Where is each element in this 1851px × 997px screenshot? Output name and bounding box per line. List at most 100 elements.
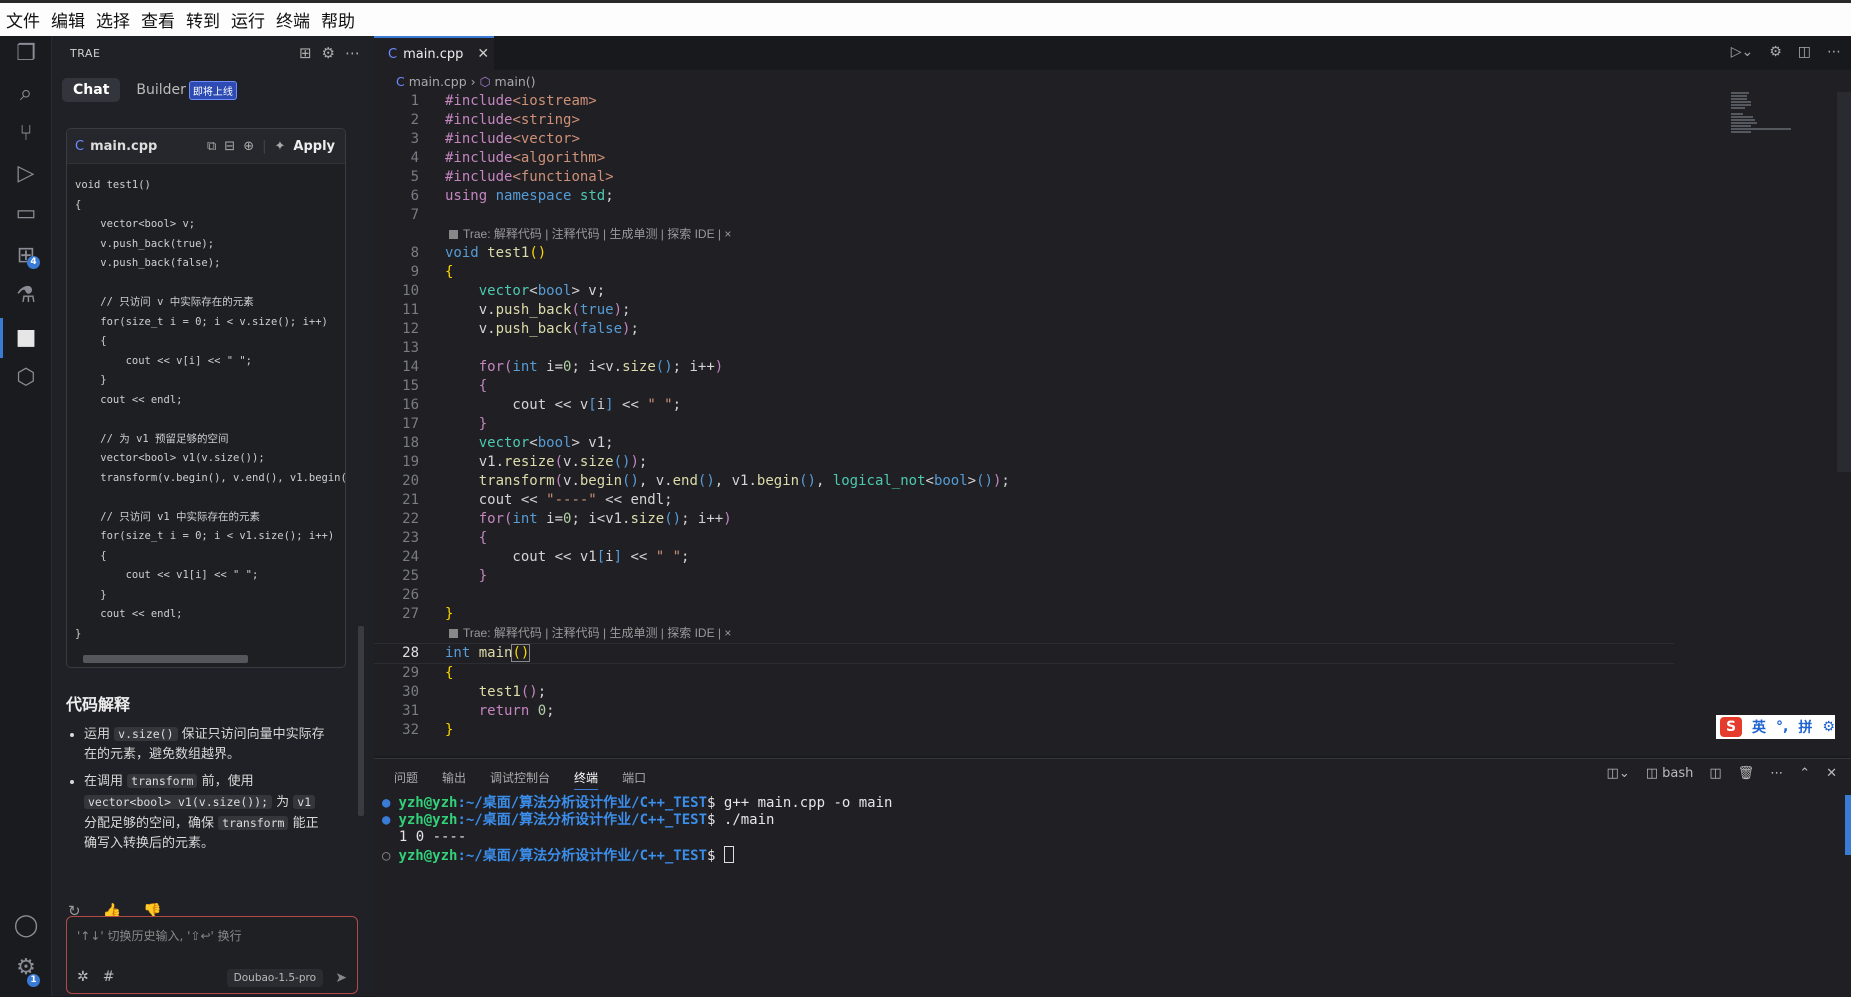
menu-run[interactable]: 运行 xyxy=(231,7,265,32)
package-icon[interactable]: ⬡ xyxy=(12,364,40,392)
tab-label: main.cpp xyxy=(403,46,464,62)
side-tools: ⊞ ⚙ ⋯ xyxy=(299,44,360,62)
terminal-scrollbar[interactable] xyxy=(1845,795,1851,855)
tab-main-cpp[interactable]: C main.cpp ✕ xyxy=(374,36,494,70)
code-block-hscrollbar[interactable] xyxy=(73,655,337,663)
account-icon[interactable]: ◯ xyxy=(12,912,40,940)
apply-button[interactable]: Apply xyxy=(293,139,335,154)
hash-icon[interactable]: # xyxy=(103,969,115,985)
menu-go[interactable]: 转到 xyxy=(186,7,220,32)
chevron-up-icon[interactable]: ⌃ xyxy=(1799,766,1810,781)
code-block-content: void test1() { vector<bool> v; v.push_ba… xyxy=(75,179,345,640)
menu-selection[interactable]: 选择 xyxy=(96,7,130,32)
chat-input-box[interactable]: '↑↓' 切换历史输入, '⇧↩' 换行 ✲ # Doubao-1.5-pro … xyxy=(66,916,358,994)
ime-mode[interactable]: 拼 xyxy=(1798,717,1812,737)
code-editor[interactable]: 1 #include<iostream> 2 #include<string> 3 #… xyxy=(374,92,1674,740)
extensions-badge: 4 xyxy=(27,256,40,269)
side-tabs: Chat Builder 即将上线 xyxy=(62,78,237,102)
panel-tabs: 问题 输出 调试控制台 终端 端口 xyxy=(394,769,646,790)
editor-tabbar: C main.cpp ✕ ▷⌄ ⚙ ◫ ⋯ xyxy=(374,36,1851,70)
ime-lang[interactable]: 英 xyxy=(1752,717,1766,737)
bottom-panel: 问题 输出 调试控制台 终端 端口 ◫⌄ ◫ bash ◫ 🗑 ⋯ ⌃ ✕ ● … xyxy=(374,758,1851,997)
breadcrumb-file[interactable]: main.cpp xyxy=(409,74,467,89)
breadcrumb: C main.cpp › ⬡ main() xyxy=(396,74,536,89)
cpp-file-icon: C xyxy=(75,138,85,154)
tab-ports[interactable]: 端口 xyxy=(622,769,646,790)
chat-input-placeholder: '↑↓' 切换历史输入, '⇧↩' 换行 xyxy=(77,929,242,943)
tab-chat[interactable]: Chat xyxy=(62,78,121,102)
coming-soon-badge: 即将上线 xyxy=(188,80,237,100)
more-icon[interactable]: ⋯ xyxy=(1770,766,1783,781)
code-block-scroll-thumb[interactable] xyxy=(83,655,248,663)
gear-icon[interactable]: ⚙ xyxy=(1769,44,1782,60)
breadcrumb-symbol[interactable]: main() xyxy=(495,74,536,89)
menu-file[interactable]: 文件 xyxy=(6,7,40,32)
terminal-shell-icon[interactable]: ◫ bash xyxy=(1646,766,1694,781)
explain-item: 运用 v.size() 保证只访问向量中实际存在的元素，避免数组越界。 xyxy=(84,724,331,765)
insert-icon[interactable]: ⊟ xyxy=(224,139,235,154)
side-title: TRAE xyxy=(70,47,101,60)
menu-terminal[interactable]: 终端 xyxy=(276,7,310,32)
remote-icon[interactable]: ▭ xyxy=(12,200,40,228)
side-scrollbar[interactable] xyxy=(358,626,364,816)
ime-toolbar[interactable]: S 英 °, 拼 ⚙ xyxy=(1716,715,1835,739)
codelens[interactable]: Trae: 解释代码 | 注释代码 | 生成单测 | 探索 IDE | × xyxy=(449,624,731,643)
tab-output[interactable]: 输出 xyxy=(442,769,466,790)
more-icon[interactable]: ⋯ xyxy=(345,44,360,62)
menu-bar: 文件 编辑 选择 查看 转到 运行 终端 帮助 xyxy=(0,0,1851,36)
tab-problems[interactable]: 问题 xyxy=(394,769,418,790)
explain-title: 代码解释 xyxy=(66,695,131,714)
cpp-file-icon: C xyxy=(396,74,405,89)
source-control-icon[interactable]: ⑂ xyxy=(12,120,40,148)
close-icon[interactable]: ✕ xyxy=(1826,766,1837,781)
tab-debug-console[interactable]: 调试控制台 xyxy=(490,769,550,790)
editor-scrollbar[interactable] xyxy=(1837,92,1851,472)
layout-icon[interactable]: ◫⌄ xyxy=(1607,766,1630,781)
run-debug-icon[interactable]: ▷ xyxy=(12,160,40,188)
terminal[interactable]: ● yzh@yzh:~/桌面/算法分析设计作业/C++_TEST$ g++ ma… xyxy=(382,795,892,865)
panel-tools: ◫⌄ ◫ bash ◫ 🗑 ⋯ ⌃ ✕ xyxy=(1607,766,1837,781)
explain-list: 运用 v.size() 保证只访问向量中实际存在的元素，避免数组越界。 在调用 … xyxy=(66,724,331,860)
search-icon[interactable]: ⌕ xyxy=(12,80,40,108)
ime-gear-icon[interactable]: ⚙ xyxy=(1822,719,1835,735)
split-terminal-icon[interactable]: ◫ xyxy=(1709,766,1721,781)
cpp-file-icon: C xyxy=(388,46,398,62)
editor-area: C main.cpp ✕ ▷⌄ ⚙ ◫ ⋯ C main.cpp › ⬡ mai… xyxy=(374,36,1851,756)
ime-punct-icon[interactable]: °, xyxy=(1776,719,1788,735)
activity-bar: ❐ ⌕ ⑂ ▷ ▭ ⊞ 4 ⚗ ■ ⬡ ◯ ⚙ 1 xyxy=(0,36,52,996)
menu-edit[interactable]: 编辑 xyxy=(51,7,85,32)
terminal-cursor xyxy=(723,846,734,863)
menu-help[interactable]: 帮助 xyxy=(321,7,355,32)
tab-terminal[interactable]: 终端 xyxy=(574,769,599,790)
apply-sparkle-icon: ✦ xyxy=(274,138,286,154)
minimap[interactable] xyxy=(1731,92,1811,152)
menu-view[interactable]: 查看 xyxy=(141,7,175,32)
active-indicator xyxy=(0,318,3,358)
settings-badge: 1 xyxy=(27,974,40,987)
explorer-icon[interactable]: ❐ xyxy=(12,40,40,68)
more-icon[interactable]: ⋯ xyxy=(1827,44,1841,60)
explain-item: 在调用 transform 前，使用 vector<bool> v1(v.siz… xyxy=(84,771,331,854)
split-editor-icon[interactable]: ◫ xyxy=(1798,44,1811,60)
code-block-card: C main.cpp ⧉ ⊟ ⊕ | ✦ Apply void test1() … xyxy=(66,128,346,668)
model-selector[interactable]: Doubao-1.5-pro xyxy=(226,969,323,987)
codelens[interactable]: Trae: 解释代码 | 注释代码 | 生成单测 | 探索 IDE | × xyxy=(449,225,731,244)
close-icon[interactable]: ✕ xyxy=(477,46,489,62)
symbol-icon: ⬡ xyxy=(479,74,491,89)
copy-icon[interactable]: ⧉ xyxy=(207,139,216,154)
new-chat-icon[interactable]: ⊞ xyxy=(299,44,312,62)
run-icon[interactable]: ▷⌄ xyxy=(1731,44,1754,60)
gear-icon[interactable]: ⚙ xyxy=(322,44,335,62)
magic-icon[interactable]: ✲ xyxy=(77,969,89,985)
send-icon[interactable]: ➤ xyxy=(335,970,347,986)
chevron-right-icon: › xyxy=(470,74,476,89)
tab-builder[interactable]: Builder xyxy=(136,82,186,98)
testing-icon[interactable]: ⚗ xyxy=(12,282,40,310)
trae-side-panel: TRAE ⊞ ⚙ ⋯ Chat Builder 即将上线 C main.cpp … xyxy=(52,36,374,996)
trae-icon[interactable]: ■ xyxy=(12,324,40,352)
sogou-logo-icon: S xyxy=(1720,717,1742,737)
code-block-filename: main.cpp xyxy=(90,138,158,154)
code-block-header: C main.cpp ⧉ ⊟ ⊕ | ✦ Apply xyxy=(67,129,345,164)
trash-icon[interactable]: 🗑 xyxy=(1738,766,1755,781)
new-file-icon[interactable]: ⊕ xyxy=(243,139,254,154)
